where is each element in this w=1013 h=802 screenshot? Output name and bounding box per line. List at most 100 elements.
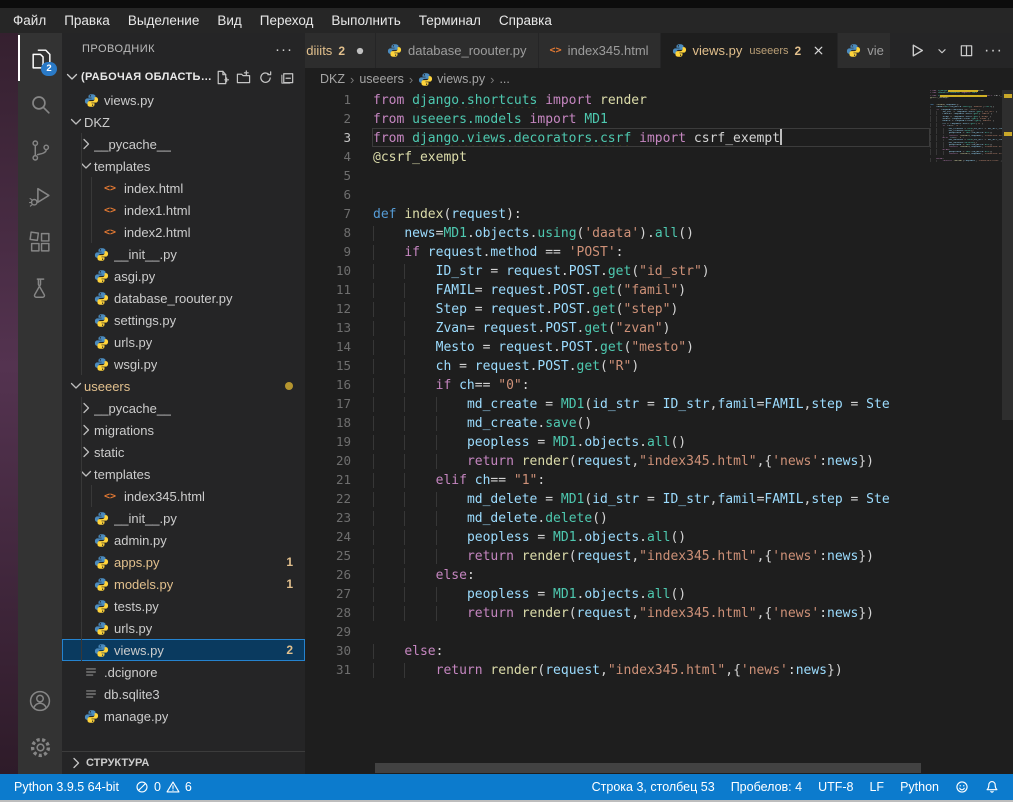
- code-line-content[interactable]: return render(request,"index345.html",{'…: [372, 660, 930, 679]
- status-language-mode[interactable]: Python: [892, 780, 947, 794]
- code-line-10[interactable]: 10 ID_str = request.POST.get("id_str"): [305, 261, 930, 280]
- tree-item-.dcignore[interactable]: .dcignore: [62, 661, 305, 683]
- status-problems-summary[interactable]: 06: [127, 780, 200, 794]
- code-line-content[interactable]: return render(request,"index345.html",{'…: [372, 546, 930, 565]
- code-line-content[interactable]: FAMIL= request.POST.get("famil"): [372, 280, 930, 299]
- line-number[interactable]: 13: [305, 318, 351, 337]
- code-line-26[interactable]: 26 else:: [305, 565, 930, 584]
- code-line-29[interactable]: 29: [305, 622, 930, 641]
- line-number[interactable]: 28: [305, 603, 351, 622]
- code-line-14[interactable]: 14 Mesto = request.POST.get("mesto"): [305, 337, 930, 356]
- line-number[interactable]: 1: [305, 90, 351, 109]
- code-line-11[interactable]: 11 FAMIL= request.POST.get("famil"): [305, 280, 930, 299]
- line-number[interactable]: 8: [305, 223, 351, 242]
- code-line-6[interactable]: 6: [305, 185, 930, 204]
- line-number[interactable]: 21: [305, 470, 351, 489]
- code-line-content[interactable]: else:: [372, 641, 930, 660]
- line-number[interactable]: 14: [305, 337, 351, 356]
- line-number[interactable]: 18: [305, 413, 351, 432]
- code-line-9[interactable]: 9 if request.method == 'POST':: [305, 242, 930, 261]
- line-number[interactable]: 25: [305, 546, 351, 565]
- tab-vie[interactable]: vie: [838, 33, 891, 68]
- tab-index345[interactable]: <>index345.html: [539, 33, 661, 68]
- line-number[interactable]: 24: [305, 527, 351, 546]
- code-line-content[interactable]: Step = request.POST.get("step"): [372, 299, 930, 318]
- code-line-22[interactable]: 22 md_delete = MD1(id_str = ID_str,famil…: [305, 489, 930, 508]
- code-line-content[interactable]: @csrf_exempt: [372, 147, 930, 166]
- tab-views[interactable]: views.pyuseeers2: [661, 33, 839, 68]
- code-line-15[interactable]: 15 ch = request.POST.get("R"): [305, 356, 930, 375]
- line-number[interactable]: 7: [305, 204, 351, 223]
- code-editor[interactable]: 1from django.shortcuts import render2fro…: [305, 90, 1013, 774]
- code-line-content[interactable]: md_create.save(): [372, 413, 930, 432]
- line-number[interactable]: 9: [305, 242, 351, 261]
- code-line-30[interactable]: 30 else:: [305, 641, 930, 660]
- minimap[interactable]: from django.shortcuts import renderfrom …: [930, 90, 1002, 762]
- code-line-20[interactable]: 20 return render(request,"index345.html"…: [305, 451, 930, 470]
- tree-item-manage.py[interactable]: manage.py: [62, 705, 305, 727]
- horizontal-scrollbar-thumb[interactable]: [375, 763, 921, 773]
- tree-item-index.html[interactable]: <>index.html: [62, 177, 305, 199]
- line-number[interactable]: 12: [305, 299, 351, 318]
- line-number[interactable]: 16: [305, 375, 351, 394]
- tree-item-urls.py[interactable]: urls.py: [62, 331, 305, 353]
- activity-bar-item-source-control[interactable]: [18, 127, 62, 173]
- activity-bar-item-testing[interactable]: [18, 265, 62, 311]
- activity-bar-item-explorer[interactable]: 2: [18, 35, 62, 81]
- menu-Вид[interactable]: Вид: [208, 11, 250, 30]
- code-line-17[interactable]: 17 md_create = MD1(id_str = ID_str,famil…: [305, 394, 930, 413]
- status-cursor-position[interactable]: Строка 3, столбец 53: [584, 780, 723, 794]
- tree-item-__pycache__[interactable]: __pycache__: [62, 133, 305, 155]
- tree-item-apps.py[interactable]: apps.py1: [62, 551, 305, 573]
- menu-Правка[interactable]: Правка: [55, 11, 119, 30]
- explorer-more-actions-button[interactable]: ···: [275, 41, 293, 58]
- code-line-content[interactable]: return render(request,"index345.html",{'…: [372, 603, 930, 622]
- code-lines[interactable]: 1from django.shortcuts import render2fro…: [305, 90, 930, 762]
- activity-bar-item-accounts[interactable]: [18, 678, 62, 724]
- new-file-button[interactable]: [214, 70, 229, 85]
- breadcrumb-item-views.py[interactable]: views.py: [418, 72, 485, 87]
- code-line-content[interactable]: md_delete.delete(): [372, 508, 930, 527]
- new-folder-button[interactable]: [236, 70, 251, 85]
- line-number[interactable]: 3: [305, 128, 351, 147]
- code-line-content[interactable]: ID_str = request.POST.get("id_str"): [372, 261, 930, 280]
- code-line-content[interactable]: [372, 622, 930, 641]
- tree-item-tests.py[interactable]: tests.py: [62, 595, 305, 617]
- line-number[interactable]: 15: [305, 356, 351, 375]
- code-line-content[interactable]: peopless = MD1.objects.all(): [372, 432, 930, 451]
- collapse-folders-button[interactable]: [280, 70, 295, 85]
- tree-item-asgi.py[interactable]: asgi.py: [62, 265, 305, 287]
- code-line-27[interactable]: 27 peopless = MD1.objects.all(): [305, 584, 930, 603]
- tree-item-index1.html[interactable]: <>index1.html: [62, 199, 305, 221]
- code-line-content[interactable]: [372, 166, 930, 185]
- tree-item-__init__.py[interactable]: __init__.py: [62, 507, 305, 529]
- line-number[interactable]: 11: [305, 280, 351, 299]
- activity-bar-item-search[interactable]: [18, 81, 62, 127]
- code-line-content[interactable]: Mesto = request.POST.get("mesto"): [372, 337, 930, 356]
- code-line-12[interactable]: 12 Step = request.POST.get("step"): [305, 299, 930, 318]
- code-line-28[interactable]: 28 return render(request,"index345.html"…: [305, 603, 930, 622]
- code-line-content[interactable]: news=MD1.objects.using('daata').all(): [372, 223, 930, 242]
- code-line-19[interactable]: 19 peopless = MD1.objects.all(): [305, 432, 930, 451]
- run-python-file-button[interactable]: [908, 42, 925, 59]
- code-line-content[interactable]: from django.views.decorators.csrf import…: [372, 128, 930, 147]
- outline-section-header[interactable]: СТРУКТУРА: [62, 751, 305, 774]
- tree-item-views.py[interactable]: views.py2: [62, 639, 305, 661]
- tree-item-models.py[interactable]: models.py1: [62, 573, 305, 595]
- tree-item-__pycache__[interactable]: __pycache__: [62, 397, 305, 419]
- tree-item-DKZ[interactable]: DKZ: [62, 111, 305, 133]
- split-editor-button[interactable]: [959, 43, 974, 58]
- code-line-18[interactable]: 18 md_create.save(): [305, 413, 930, 432]
- code-line-content[interactable]: md_create = MD1(id_str = ID_str,famil=FA…: [372, 394, 930, 413]
- code-line-23[interactable]: 23 md_delete.delete(): [305, 508, 930, 527]
- line-number[interactable]: 2: [305, 109, 351, 128]
- vertical-scrollbar-thumb[interactable]: [1002, 90, 1013, 420]
- line-number[interactable]: 20: [305, 451, 351, 470]
- code-line-content[interactable]: elif ch== "1":: [372, 470, 930, 489]
- tree-item-admin.py[interactable]: admin.py: [62, 529, 305, 551]
- workspace-section-header[interactable]: (РАБОЧАЯ ОБЛАСТЬ) ...: [62, 65, 305, 89]
- code-line-content[interactable]: peopless = MD1.objects.all(): [372, 584, 930, 603]
- vertical-scrollbar[interactable]: [1002, 90, 1013, 762]
- tree-item-static[interactable]: static: [62, 441, 305, 463]
- code-line-7[interactable]: 7def index(request):: [305, 204, 930, 223]
